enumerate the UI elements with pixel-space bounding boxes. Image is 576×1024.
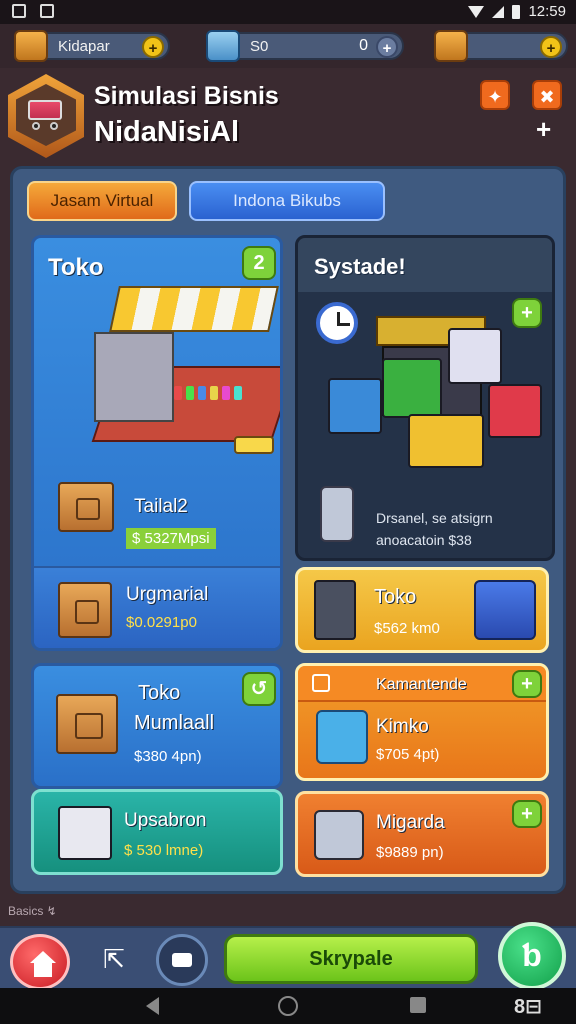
bottom-nav: ⇱ Skrypale ƅ bbox=[0, 922, 576, 990]
status-time: 12:59 bbox=[528, 3, 566, 20]
blue-crate-icon bbox=[474, 580, 536, 640]
card-title: Toko bbox=[138, 682, 181, 704]
card-toko-mumlaall[interactable]: Toko Mumlaall $380 4pn) ↺ bbox=[31, 663, 283, 789]
resource-label: Kidapar bbox=[58, 37, 110, 55]
recents-icon[interactable] bbox=[410, 997, 426, 1013]
card-title: Toko bbox=[374, 586, 417, 608]
window-icon bbox=[172, 953, 192, 967]
card-kamantende[interactable]: Kamantende + Kimko $705 4pt) bbox=[295, 663, 549, 781]
item-price: $0.0291p0 bbox=[126, 614, 197, 631]
cardboard-box-icon bbox=[58, 582, 112, 638]
header: Simulasi Bisnis NidaNisiAl ✦ ✖ + bbox=[0, 68, 576, 164]
card-migarda[interactable]: Migarda $9889 pn) + bbox=[295, 791, 549, 877]
card-subtitle: Mumlaall bbox=[134, 712, 215, 734]
add-resource-button[interactable]: + bbox=[376, 36, 398, 58]
shelf-icon bbox=[58, 806, 112, 860]
card-subtitle: Kimko bbox=[376, 716, 429, 737]
card-systade[interactable]: Systade! + Drsanel, se atsigrn anoacatoi… bbox=[295, 235, 555, 561]
add-button[interactable]: + bbox=[536, 114, 551, 145]
warehouse-illustration bbox=[328, 308, 548, 498]
tape-icon bbox=[14, 30, 48, 62]
settings-button[interactable]: ✦ bbox=[480, 80, 510, 110]
card-title: Kamantende bbox=[376, 676, 467, 693]
market-stall-illustration bbox=[91, 286, 280, 456]
resource-bar: Kidapar + S0 0 + + bbox=[0, 24, 576, 68]
home-button[interactable] bbox=[10, 934, 70, 990]
card-title: Toko bbox=[48, 254, 104, 281]
card-description: Drsanel, se atsigrn bbox=[376, 510, 493, 526]
item-title: Urgmarial bbox=[126, 584, 209, 605]
card-title: Upsabron bbox=[124, 810, 207, 831]
resource-pill-box[interactable]: + bbox=[434, 30, 568, 62]
image-icon bbox=[40, 4, 54, 18]
add-resource-button[interactable]: + bbox=[540, 36, 562, 58]
vending-machine-icon bbox=[320, 486, 354, 542]
signal-icon bbox=[492, 5, 505, 18]
menu-button[interactable] bbox=[156, 934, 208, 986]
locker-icon bbox=[314, 580, 356, 640]
card-upsabron[interactable]: Upsabron $ 530 lmne) bbox=[31, 789, 283, 875]
resource-label: S0 bbox=[250, 37, 269, 55]
home-circle-icon[interactable] bbox=[278, 996, 298, 1016]
close-button[interactable]: ✖ bbox=[532, 80, 562, 110]
item-price: $380 4pn) bbox=[134, 748, 202, 765]
footer-note: Basics ↯ bbox=[8, 904, 57, 918]
card-description: anoacatoin $38 bbox=[376, 532, 472, 548]
wifi-icon bbox=[468, 5, 485, 18]
urgmarial-row[interactable]: Urgmarial $0.0291p0 bbox=[34, 566, 280, 648]
level-badge[interactable]: 2 bbox=[242, 246, 276, 280]
card-toko-shop[interactable]: Toko 2 Tailal2 $ 5327Mpsi Urgmarial $0.0… bbox=[31, 235, 283, 651]
add-badge[interactable]: + bbox=[512, 670, 542, 698]
delivery-box-icon bbox=[58, 482, 114, 532]
card-icon bbox=[312, 674, 330, 692]
add-badge[interactable]: + bbox=[512, 800, 542, 828]
card-toko-gold[interactable]: Toko $562 km0 bbox=[295, 567, 549, 653]
main-action-button[interactable]: Skrypale bbox=[224, 934, 478, 984]
box-icon bbox=[434, 30, 468, 62]
shopping-cart-icon bbox=[26, 98, 66, 130]
tab-bikubs[interactable]: Indona Bikubs bbox=[189, 181, 385, 221]
card-title: Migarda bbox=[376, 812, 445, 833]
battery-icon bbox=[512, 4, 521, 19]
android-nav-bar: 8⊟ bbox=[0, 988, 576, 1024]
refresh-badge[interactable]: ↺ bbox=[242, 672, 276, 706]
safe-icon bbox=[314, 810, 364, 860]
resource-pill-tape[interactable]: Kidapar + bbox=[14, 30, 170, 62]
back-icon[interactable] bbox=[146, 997, 159, 1015]
cash-stack-icon bbox=[206, 30, 240, 62]
status-left-icons bbox=[12, 4, 54, 18]
status-right: 12:59 bbox=[468, 3, 566, 20]
item-price: $ 530 lmne) bbox=[124, 842, 204, 859]
home-icon bbox=[30, 951, 56, 963]
extra-icon[interactable]: 8⊟ bbox=[514, 994, 542, 1019]
resource-pill-cash[interactable]: S0 0 + bbox=[206, 30, 404, 62]
round-action-button[interactable]: ƅ bbox=[498, 922, 566, 990]
item-price: $562 km0 bbox=[374, 620, 440, 637]
resource-value: 0 bbox=[359, 37, 368, 54]
card-title: Systade! bbox=[314, 254, 406, 279]
item-title: Tailal2 bbox=[134, 496, 188, 517]
tab-virtual[interactable]: Jasam Virtual bbox=[27, 181, 177, 221]
page-title: Simulasi Bisnis bbox=[94, 82, 279, 110]
cardboard-box-icon bbox=[56, 694, 118, 754]
page-subtitle: NidaNisiAl bbox=[94, 116, 240, 148]
main-panel: Jasam Virtual Indona Bikubs Toko 2 Taila… bbox=[10, 166, 566, 894]
item-price: $705 4pt) bbox=[376, 746, 440, 763]
add-resource-button[interactable]: + bbox=[142, 36, 164, 58]
share-icon[interactable]: ⇱ bbox=[94, 944, 134, 980]
status-bar: 12:59 bbox=[0, 0, 576, 24]
scanner-icon bbox=[316, 710, 368, 764]
item-price: $ 5327Mpsi bbox=[126, 528, 216, 549]
sim-icon bbox=[12, 4, 26, 18]
item-price: $9889 pn) bbox=[376, 844, 444, 861]
